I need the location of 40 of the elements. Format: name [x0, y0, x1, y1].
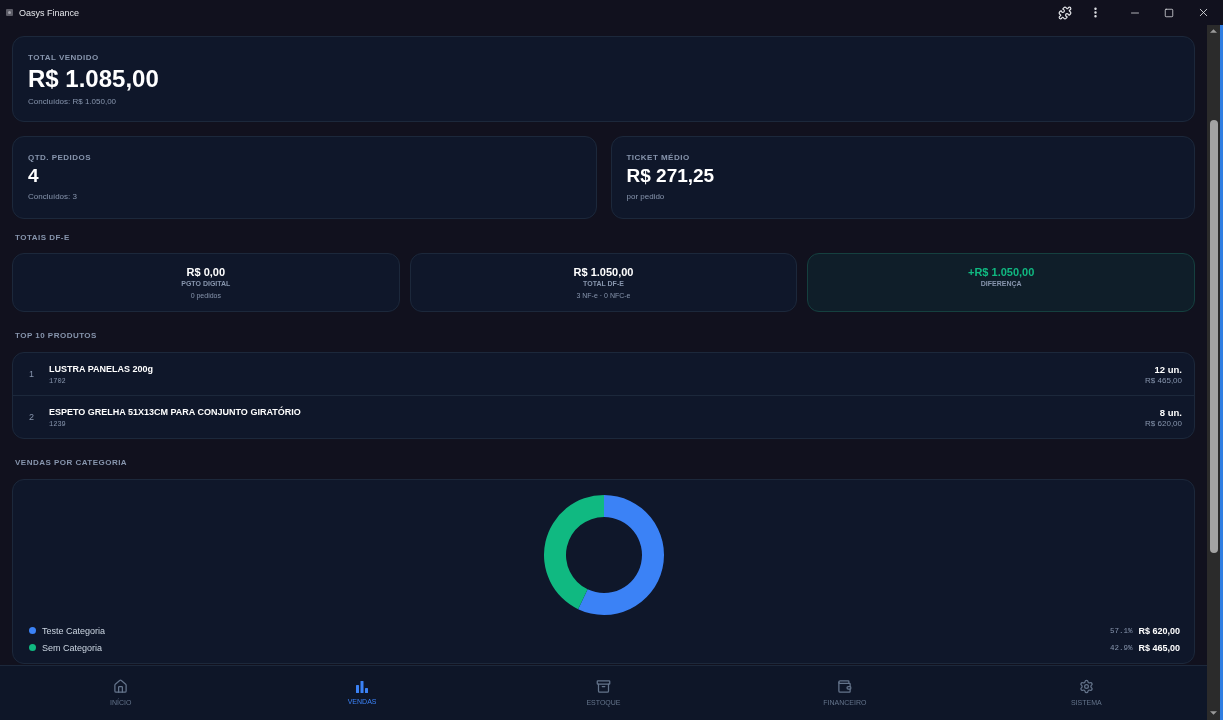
settings-icon: [1078, 679, 1094, 694]
product-amount: R$ 465,00: [1145, 375, 1182, 386]
product-quantity: 8 un.: [1159, 405, 1182, 419]
card-note: por pedido: [626, 191, 666, 203]
wallet-icon: [837, 679, 853, 694]
puzzle-icon: [1058, 5, 1072, 20]
rank-number: 2: [29, 411, 35, 423]
legend-label: Teste Categoria: [42, 624, 106, 637]
legend-label: Sem Categoria: [42, 641, 103, 654]
maximize-icon: [1164, 7, 1174, 18]
legend-amount: R$ 465,00: [1138, 641, 1180, 654]
card-value: R$ 271,25: [626, 164, 716, 188]
card-value: 4: [28, 164, 40, 188]
rank-number: 1: [29, 368, 35, 380]
product-name: ESPETO GRELHA 51X13CM PARA CONJUNTO GIRATÓRIO: [49, 405, 301, 419]
product-quantity: 12 un.: [1154, 362, 1182, 376]
card-value: R$ 1.085,00: [28, 64, 160, 94]
window-title: Oasys Finance: [19, 6, 80, 19]
scrollbar-thumb[interactable]: [1209, 120, 1218, 553]
section-title: VENDAS POR CATEGORIA: [14, 457, 129, 469]
section-title: TOTAIS DF-E: [14, 232, 71, 244]
card-note: Concluídos: 3: [28, 191, 78, 203]
dfe-value: R$ 1.050,00: [573, 265, 634, 279]
bar-chart-icon: [356, 680, 369, 693]
archive-box-icon: [596, 679, 611, 694]
home-icon: [113, 679, 129, 694]
scrollbar-track[interactable]: [1207, 25, 1220, 720]
legend-amount: R$ 620,00: [1138, 624, 1180, 637]
scroll-up-arrow-icon[interactable]: [1210, 29, 1217, 33]
card-label: TOTAL VENDIDO: [28, 52, 100, 64]
app-icon: [6, 9, 13, 16]
product-amount: R$ 620,00: [1145, 418, 1182, 429]
card-label: QTD. PEDIDOS: [28, 152, 93, 164]
scroll-down-arrow-icon[interactable]: [1210, 711, 1217, 715]
dfe-value: R$ 0,00: [186, 265, 226, 279]
product-name: LUSTRA PANELAS 200g: [49, 362, 153, 376]
card-label: TICKET MÉDIO: [626, 152, 691, 164]
dfe-value: +R$ 1.050,00: [967, 265, 1035, 279]
section-title: TOP 10 PRODUTOS: [14, 330, 98, 342]
card-note: Concluídos: R$ 1.050,00: [28, 96, 118, 108]
